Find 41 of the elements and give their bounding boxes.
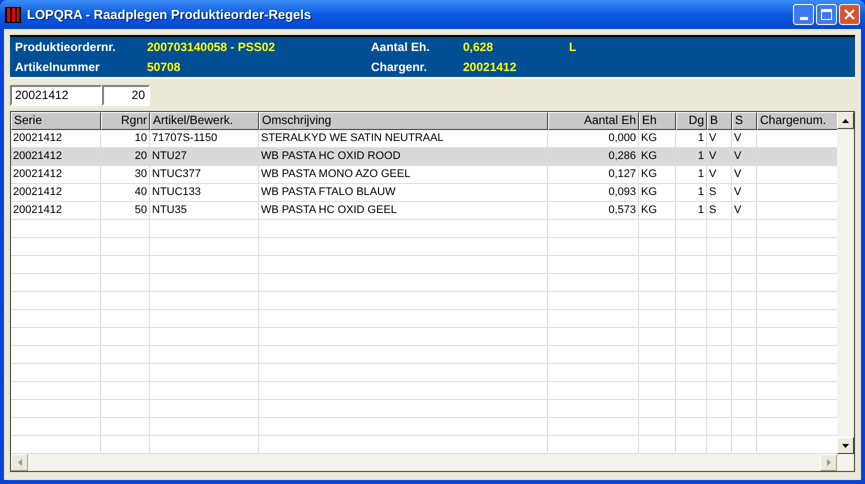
column-header[interactable]: S [732, 112, 757, 130]
app-icon [5, 6, 21, 22]
field-label: Aantal Eh. [371, 39, 431, 56]
column-header[interactable]: Chargenum. [757, 112, 837, 130]
serie-field[interactable]: 20021412 [10, 85, 102, 106]
scroll-up-button[interactable] [837, 112, 854, 129]
minimize-button[interactable] [793, 4, 814, 25]
table-row[interactable]: 20021412 50 NTU35 WB PASTA HC OXID GEEL 0,573 KG 1 S V [11, 202, 837, 220]
field-value: 20021412 [463, 59, 516, 76]
regel-field[interactable]: 20 [102, 85, 150, 106]
table-row[interactable]: 20021412 40 NTUC133 WB PASTA FTALO BLAUW 0,093 KG 1 S V [11, 184, 837, 202]
right-arrow-icon [826, 459, 830, 466]
field-label: Produktieordernr. [15, 39, 117, 56]
field-value: 50708 [147, 59, 180, 76]
maximize-button[interactable] [816, 4, 837, 25]
maximize-icon [821, 9, 832, 20]
close-button[interactable] [839, 4, 860, 25]
column-header[interactable]: B [707, 112, 732, 130]
field-value: 200703140058 - PSS02 [147, 39, 276, 56]
unit-value: L [569, 39, 576, 56]
window-title: LOPQRA - Raadplegen Produktieorder-Regels [27, 6, 312, 24]
column-header[interactable]: Aantal Eh [548, 112, 639, 130]
table-row[interactable]: 20021412 30 NTUC377 WB PASTA MONO AZO GEEL 0,127 KG 1 V V [11, 166, 837, 184]
field-label: Artikelnummer [15, 59, 101, 76]
table-row[interactable]: 20021412 20 NTU27 WB PASTA HC OXID ROOD 0,286 KG 1 V V [11, 148, 837, 166]
column-header[interactable]: Artikel/Bewerk. [150, 112, 259, 130]
scroll-left-button[interactable] [11, 454, 28, 471]
close-icon [844, 9, 855, 20]
column-header[interactable]: Omschrijving [259, 112, 548, 130]
minimize-icon [800, 17, 808, 20]
scroll-down-button[interactable] [837, 437, 854, 454]
field-value: 0,628 [463, 39, 494, 56]
table-row[interactable]: 20021412 10 71707S-1150 STERALKYD WE SATIN NEUTRAAL 0,000 KG 1 V V [11, 130, 837, 148]
field-label: Chargenr. [371, 59, 428, 76]
up-arrow-icon [842, 118, 849, 122]
column-header[interactable]: Serie [11, 112, 101, 130]
left-arrow-icon [18, 459, 22, 466]
column-header[interactable]: Rgnr [101, 112, 150, 130]
column-header[interactable]: Eh [639, 112, 676, 130]
column-header[interactable]: Dg [676, 112, 707, 130]
down-arrow-icon [842, 444, 849, 448]
